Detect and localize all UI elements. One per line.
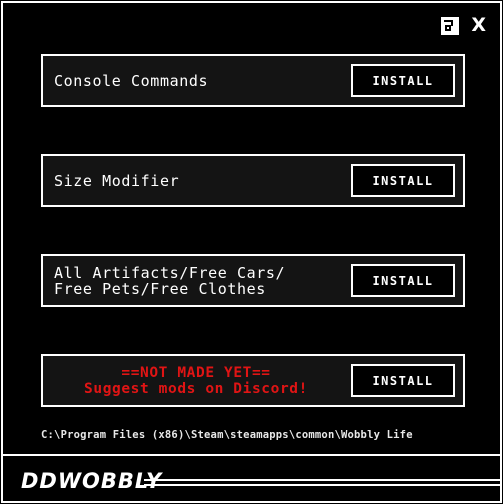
notice-line: Suggest mods on Discord! xyxy=(84,380,308,397)
mod-row-console-commands: Console Commands INSTALL xyxy=(41,54,465,107)
install-path-label: C:\Program Files (x86)\Steam\steamapps\c… xyxy=(41,429,413,441)
install-button[interactable]: INSTALL xyxy=(351,64,455,97)
mod-row-all-artifacts: All Artifacts/Free Cars/ Free Pets/Free … xyxy=(41,254,465,307)
mod-name: Console Commands xyxy=(54,56,208,105)
brand-decoration xyxy=(144,479,500,489)
install-button[interactable]: INSTALL xyxy=(351,164,455,197)
mod-row-not-made-yet: ==NOT MADE YET== Suggest mods on Discord… xyxy=(41,354,465,407)
mod-name: All Artifacts/Free Cars/ Free Pets/Free … xyxy=(54,256,285,305)
mod-name-line: Free Pets/Free Clothes xyxy=(54,279,266,298)
window-controls: X xyxy=(441,16,486,35)
notice-text: ==NOT MADE YET== Suggest mods on Discord… xyxy=(43,356,349,405)
mod-name: Size Modifier xyxy=(54,156,179,205)
close-button[interactable]: X xyxy=(471,16,486,35)
install-button[interactable]: INSTALL xyxy=(351,364,455,397)
mod-list: Console Commands INSTALL Size Modifier I… xyxy=(41,54,465,454)
mod-row-size-modifier: Size Modifier INSTALL xyxy=(41,154,465,207)
install-button[interactable]: INSTALL xyxy=(351,264,455,297)
brand-logo: DDWOBBLY xyxy=(21,469,163,493)
mod-name-line: All Artifacts/Free Cars/ xyxy=(54,263,286,282)
window-restore-icon[interactable] xyxy=(441,16,460,35)
close-icon: X xyxy=(471,14,486,36)
notice-line: ==NOT MADE YET== xyxy=(121,364,271,381)
footer-divider xyxy=(3,454,500,456)
app-window: X Console Commands INSTALL Size Modifier… xyxy=(1,1,502,503)
mod-name-line: Size Modifier xyxy=(54,171,180,190)
mod-name-line: Console Commands xyxy=(54,71,209,90)
